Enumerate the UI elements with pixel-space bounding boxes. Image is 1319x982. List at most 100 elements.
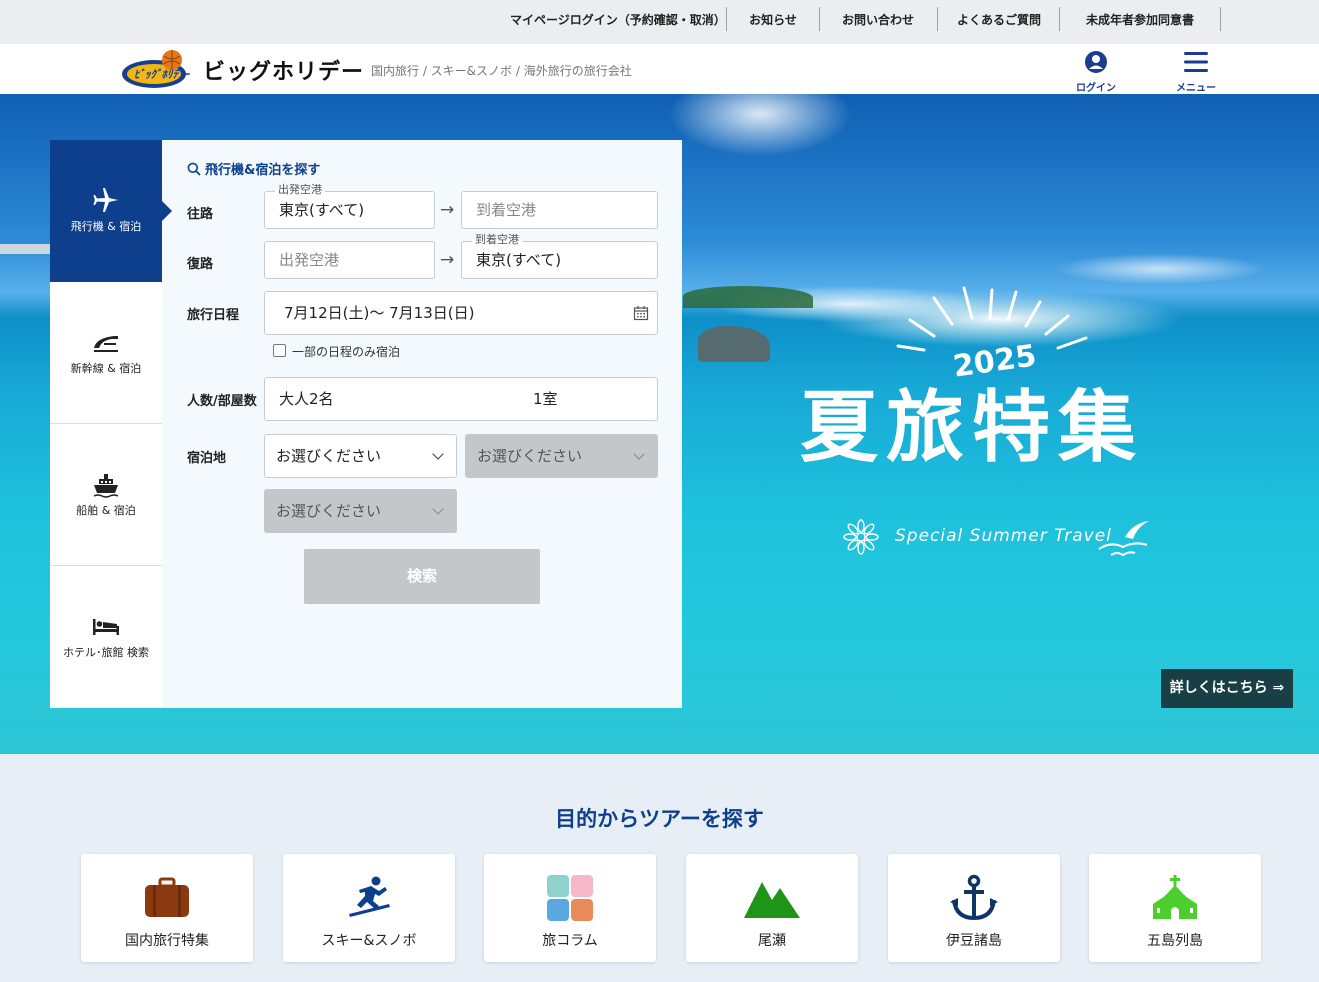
arrow-right-icon: → (440, 200, 455, 220)
chevron-down-icon (432, 448, 444, 460)
logo-icon[interactable]: ﾋﾞｯｸﾞﾎﾘﾃﾞｰ (120, 48, 196, 90)
minor-consent-link[interactable]: 未成年者参加同意書 (1074, 0, 1206, 44)
shinkansen-icon (94, 336, 118, 352)
anchor-icon (950, 874, 998, 921)
purpose-card-goto[interactable]: 五島列島 (1089, 854, 1261, 962)
return-label: 復路 (187, 257, 214, 272)
tiles-icon (547, 875, 593, 921)
field-placeholder: 出発空港 (279, 251, 340, 269)
field-floating-label: 到着空港 (472, 233, 522, 247)
contact-link[interactable]: お問い合わせ (835, 0, 921, 44)
island-image (683, 286, 813, 308)
partial-stay-checkbox[interactable] (273, 344, 286, 357)
partial-stay-label[interactable]: 一部の日程のみ宿泊 (292, 343, 400, 360)
mypage-login-link[interactable]: マイページログイン（予約確認・取消） (510, 0, 726, 44)
bridge-image (0, 244, 55, 254)
field-floating-label: 出発空港 (275, 183, 325, 197)
calendar-icon[interactable] (633, 305, 649, 321)
utility-bar: マイページログイン（予約確認・取消） お知らせ お問い合わせ よくあるご質問 未… (0, 0, 1319, 44)
arrow-right-icon: → (440, 250, 455, 270)
outbound-arrival-field[interactable]: 到着空港 (461, 191, 658, 229)
search-button[interactable]: 検索 (304, 549, 540, 604)
outbound-label: 往路 (187, 207, 214, 222)
divider (937, 7, 938, 31)
tab-shinkansen-hotel[interactable]: 新幹線 & 宿泊 (50, 282, 162, 424)
tab-label: ホテル･旅館 検索 (63, 646, 149, 659)
destination-label: 宿泊地 (187, 451, 227, 466)
flower-icon (843, 519, 879, 555)
news-link[interactable]: お知らせ (740, 0, 806, 44)
menu-label: メニュー (1176, 83, 1216, 94)
card-label: 伊豆諸島 (946, 933, 1002, 949)
field-placeholder: 到着空港 (476, 201, 537, 219)
tab-label: 飛行機 & 宿泊 (70, 220, 142, 233)
outbound-departure-field[interactable]: 出発空港 東京(すべて) (264, 183, 435, 229)
tab-hotel-search[interactable]: ホテル･旅館 検索 (50, 566, 162, 708)
login-button[interactable]: ログイン (1066, 50, 1126, 94)
destination-select-2[interactable]: お選びください (465, 434, 658, 478)
hamburger-icon (1184, 52, 1208, 72)
rock-image (698, 326, 770, 362)
logo-text[interactable]: ビッグホリデー (203, 54, 364, 86)
search-panel: 飛行機 & 宿泊 新幹線 & 宿泊 船舶 & 宿泊 ホテル･旅館 検索 飛行機&… (50, 140, 682, 708)
dates-value: 7月12日(土)～ 7月13日(日) (284, 304, 475, 322)
card-label: 五島列島 (1147, 933, 1203, 949)
tab-ship-hotel[interactable]: 船舶 & 宿泊 (50, 424, 162, 566)
search-icon (187, 162, 201, 176)
select-value: お選びください (276, 502, 382, 520)
return-departure-field[interactable]: 出発空港 (264, 241, 435, 279)
purpose-card-ski[interactable]: スキー&スノボ (283, 854, 455, 962)
purpose-section-title: 目的からツアーを探す (555, 807, 764, 831)
purpose-card-oze[interactable]: 尾瀬 (686, 854, 858, 962)
chevron-down-icon (633, 448, 645, 460)
login-label: ログイン (1076, 83, 1116, 94)
search-tabs: 飛行機 & 宿泊 新幹線 & 宿泊 船舶 & 宿泊 ホテル･旅館 検索 (50, 140, 172, 708)
chevron-down-icon (432, 503, 444, 515)
divider (1220, 7, 1221, 31)
mountain-icon (744, 882, 800, 918)
site-header: ﾋﾞｯｸﾞﾎﾘﾃﾞｰ ビッグホリデー 国内旅行 / スキー&スノボ / 海外旅行… (0, 44, 1319, 94)
hero-title: 夏旅特集 (800, 383, 1145, 473)
card-label: 旅コラム (542, 933, 598, 949)
seagull-icon (1098, 521, 1149, 557)
destination-select-1[interactable]: お選びください (264, 434, 457, 478)
tab-label: 船舶 & 宿泊 (76, 504, 136, 517)
adults-value: 大人2名 (279, 390, 334, 408)
field-value: 東京(すべて) (476, 251, 562, 269)
people-rooms-field[interactable]: 大人2名 1室 (264, 377, 658, 421)
details-button[interactable]: 詳しくはこちら ⇒ (1161, 669, 1293, 708)
card-label: スキー&スノボ (321, 933, 417, 949)
return-arrival-field[interactable]: 到着空港 東京(すべて) (461, 233, 658, 279)
svg-text:ﾋﾞｯｸﾞﾎﾘﾃﾞｰ: ﾋﾞｯｸﾞﾎﾘﾃﾞｰ (134, 68, 190, 81)
purpose-card-izu[interactable]: 伊豆諸島 (888, 854, 1060, 962)
people-label: 人数/部屋数 (187, 394, 257, 409)
suitcase-icon (145, 877, 189, 917)
form-title: 飛行機&宿泊を探す (187, 159, 320, 178)
airplane-icon (93, 188, 118, 212)
tagline: 国内旅行 / スキー&スノボ / 海外旅行の旅行会社 (371, 64, 632, 78)
ship-icon (93, 474, 119, 498)
dates-label: 旅行日程 (187, 308, 240, 323)
user-icon (1085, 51, 1107, 73)
rooms-value: 1室 (533, 390, 558, 408)
bed-icon (93, 619, 119, 635)
snowboarder-icon (349, 876, 390, 917)
divider (1059, 7, 1060, 31)
select-value: お選びください (477, 447, 583, 465)
faq-link[interactable]: よくあるご質問 (952, 0, 1046, 44)
purpose-card-column[interactable]: 旅コラム (484, 854, 656, 962)
tab-flight-hotel[interactable]: 飛行機 & 宿泊 (50, 140, 172, 282)
divider (726, 7, 727, 31)
form-title-text: 飛行機&宿泊を探す (205, 163, 321, 178)
card-label: 国内旅行特集 (125, 933, 209, 949)
select-value: お選びください (276, 447, 382, 465)
purpose-card-domestic[interactable]: 国内旅行特集 (81, 854, 253, 962)
field-value: 東京(すべて) (279, 201, 365, 219)
church-icon (1153, 875, 1197, 919)
travel-dates-field[interactable]: 7月12日(土)～ 7月13日(日) (264, 291, 658, 335)
hero-subtitle: Special Summer Travel (895, 526, 1112, 546)
card-label: 尾瀬 (758, 933, 786, 949)
divider (819, 7, 820, 31)
destination-select-3[interactable]: お選びください (264, 489, 457, 533)
menu-button[interactable]: メニュー (1166, 50, 1226, 94)
